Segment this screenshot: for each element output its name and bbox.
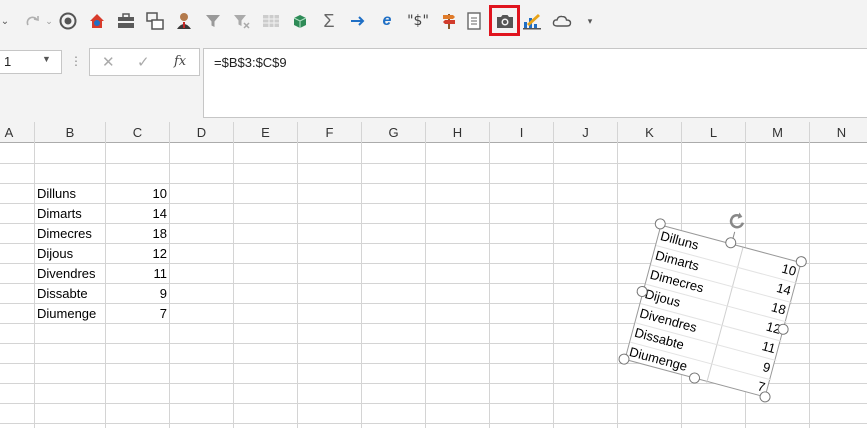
toolbox-icon[interactable] — [113, 8, 139, 34]
gridline — [617, 143, 618, 428]
cloud-icon[interactable] — [549, 8, 575, 34]
gridline — [361, 143, 362, 428]
column-header-j[interactable]: J — [554, 122, 618, 143]
chevron-down-icon[interactable]: ▼ — [42, 54, 51, 64]
name-box[interactable]: 1 — [0, 50, 62, 74]
document-icon[interactable] — [461, 8, 487, 34]
column-header-m[interactable]: M — [746, 122, 810, 143]
formula-controls: ✕ ✓ fx — [89, 48, 200, 76]
column-header-g[interactable]: G — [362, 122, 426, 143]
gridline — [489, 143, 490, 428]
column-headers: A B C D E F G H I J K L M N — [0, 122, 867, 143]
camera-icon[interactable] — [492, 8, 518, 34]
cell-c3[interactable]: 10 — [106, 184, 167, 204]
currency-icon[interactable]: "$" — [403, 8, 433, 34]
chevron-down-icon[interactable]: ⌄ — [0, 8, 18, 34]
cell-b9[interactable]: Diumenge — [37, 304, 96, 324]
cell-b4[interactable]: Dimarts — [37, 204, 82, 224]
formula-bar: 1 ▼ ⋮ ✕ ✓ fx =$B$3:$C$9 — [0, 44, 867, 122]
cell-c4[interactable]: 14 — [106, 204, 167, 224]
name-box-value: 1 — [4, 54, 12, 69]
filter-icon[interactable] — [200, 8, 226, 34]
gridline — [425, 143, 426, 428]
circle-record-icon[interactable] — [55, 8, 81, 34]
user-icon[interactable] — [171, 8, 197, 34]
column-header-l[interactable]: L — [682, 122, 746, 143]
cell-b7[interactable]: Divendres — [37, 264, 96, 284]
cancel-button[interactable]: ✕ — [102, 53, 115, 71]
column-header-a[interactable]: A — [0, 122, 35, 143]
cell-b6[interactable]: Dijous — [37, 244, 73, 264]
cell-c7[interactable]: 11 — [106, 264, 168, 284]
cell-c6[interactable]: 12 — [106, 244, 167, 264]
ie-icon[interactable]: e — [374, 8, 400, 34]
gridline — [169, 143, 170, 428]
quick-access-toolbar: ⌄ ⌄ Σ e "$" ▾ — [0, 0, 867, 44]
clear-filter-icon[interactable] — [229, 8, 255, 34]
customize-icon[interactable]: ▾ — [577, 8, 603, 34]
cell-b8[interactable]: Dissabte — [37, 284, 88, 304]
column-header-c[interactable]: C — [106, 122, 170, 143]
column-header-d[interactable]: D — [170, 122, 234, 143]
home-shield-icon[interactable] — [84, 8, 110, 34]
drag-handle-icon[interactable]: ⋮ — [70, 54, 82, 68]
gridline — [0, 423, 867, 424]
insert-function-button[interactable]: fx — [174, 54, 186, 69]
gridline — [233, 143, 234, 428]
enter-button[interactable]: ✓ — [137, 53, 150, 71]
column-header-k[interactable]: K — [618, 122, 682, 143]
formula-input[interactable]: =$B$3:$C$9 — [203, 48, 867, 118]
gridline — [553, 143, 554, 428]
cell-c5[interactable]: 18 — [106, 224, 167, 244]
gridline — [0, 163, 867, 164]
arrow-right-icon[interactable] — [345, 8, 371, 34]
signpost-icon[interactable] — [436, 8, 462, 34]
table-icon[interactable] — [258, 8, 284, 34]
column-header-b[interactable]: B — [35, 122, 106, 143]
column-header-i[interactable]: I — [490, 122, 554, 143]
column-header-n[interactable]: N — [810, 122, 867, 143]
cell-b3[interactable]: Dilluns — [37, 184, 76, 204]
cell-c8[interactable]: 9 — [106, 284, 167, 304]
chart-pencil-icon[interactable] — [519, 8, 545, 34]
column-header-e[interactable]: E — [234, 122, 298, 143]
cell-c9[interactable]: 7 — [106, 304, 167, 324]
copy-windows-icon[interactable] — [142, 8, 168, 34]
gridline — [34, 143, 35, 428]
cube-icon[interactable] — [287, 8, 313, 34]
gridline — [297, 143, 298, 428]
gridline — [0, 403, 867, 404]
gridline — [809, 143, 810, 428]
sigma-icon[interactable]: Σ — [316, 8, 342, 34]
column-header-h[interactable]: H — [426, 122, 490, 143]
cell-b5[interactable]: Dimecres — [37, 224, 92, 244]
column-header-f[interactable]: F — [298, 122, 362, 143]
